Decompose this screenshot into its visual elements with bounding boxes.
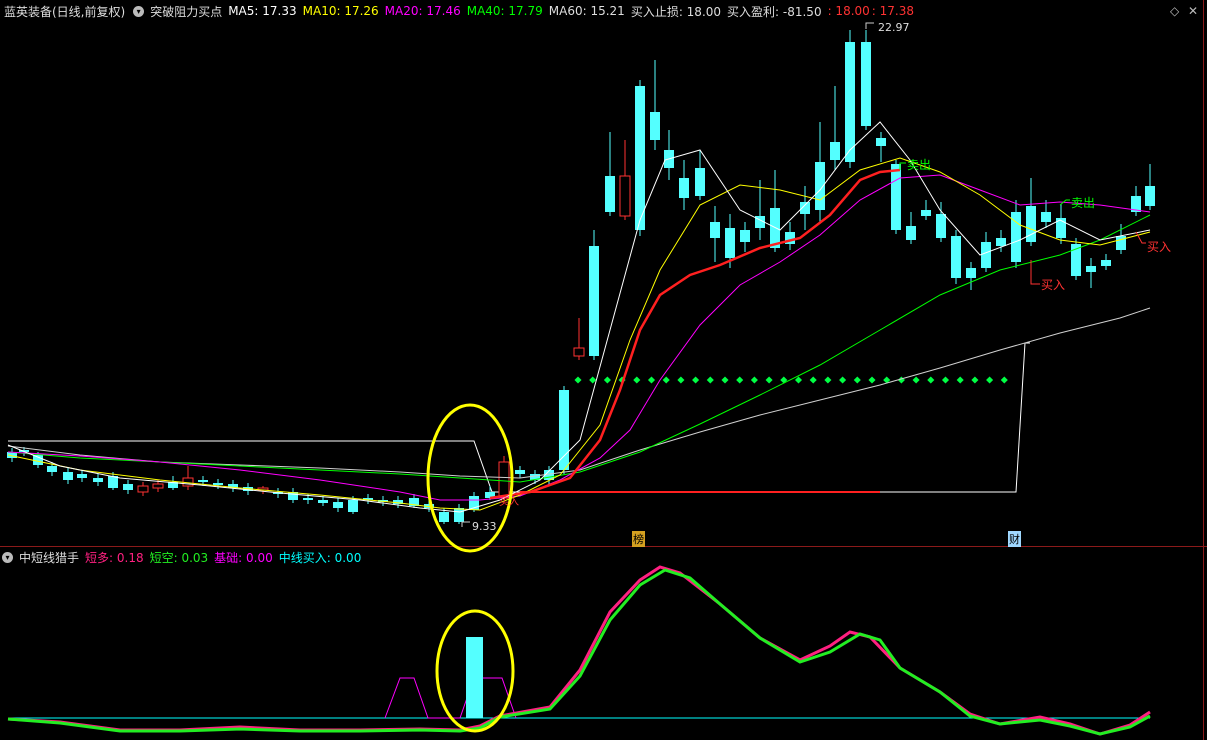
reference-dot bbox=[912, 376, 920, 384]
resistance-line bbox=[8, 342, 1030, 493]
reference-dot bbox=[868, 376, 876, 384]
candle bbox=[123, 480, 133, 494]
candle bbox=[573, 318, 585, 360]
candle bbox=[559, 386, 569, 474]
candle bbox=[695, 150, 705, 200]
candle bbox=[589, 230, 599, 360]
reference-dot bbox=[765, 376, 773, 384]
reference-dot bbox=[853, 376, 861, 384]
sub-indicator-menu-icon[interactable]: ▾ bbox=[2, 551, 13, 563]
reference-dot bbox=[824, 376, 832, 384]
candle bbox=[1145, 164, 1155, 210]
candle bbox=[288, 488, 298, 503]
mid-buy-bar bbox=[466, 637, 483, 718]
reference-dot bbox=[647, 376, 656, 384]
candle bbox=[815, 122, 825, 224]
ma5-line bbox=[7, 121, 1151, 513]
reference-dot bbox=[662, 376, 670, 384]
candle bbox=[951, 230, 961, 284]
reference-dot bbox=[750, 376, 758, 384]
reference-dot bbox=[839, 376, 847, 384]
short-short-line bbox=[7, 568, 1151, 736]
reference-dot bbox=[692, 376, 700, 384]
short-short-value: 短空: 0.03 bbox=[149, 550, 209, 565]
reference-dot bbox=[677, 376, 685, 384]
candle bbox=[409, 494, 419, 508]
candle bbox=[664, 130, 674, 180]
candle bbox=[77, 470, 87, 482]
reference-dot bbox=[603, 376, 611, 384]
candle bbox=[93, 474, 103, 486]
candle bbox=[228, 480, 238, 492]
candle bbox=[966, 262, 976, 290]
chart-canvas[interactable] bbox=[0, 0, 1207, 740]
candle bbox=[1056, 204, 1066, 244]
base-line bbox=[384, 677, 517, 719]
short-long-line bbox=[7, 565, 1151, 736]
high-marker bbox=[865, 22, 874, 29]
reference-dot bbox=[986, 376, 994, 384]
sub-indicator-panel bbox=[7, 565, 1151, 736]
low-price-label: 9.33 bbox=[472, 520, 497, 533]
candle bbox=[650, 60, 660, 150]
finance-tag[interactable]: 财 bbox=[1008, 531, 1021, 547]
candle bbox=[785, 222, 795, 250]
candle bbox=[770, 170, 780, 252]
reference-dot bbox=[927, 376, 935, 384]
reference-dot bbox=[574, 376, 582, 384]
base-value: 基础: 0.00 bbox=[214, 550, 273, 565]
candle bbox=[454, 504, 464, 524]
candle bbox=[755, 180, 765, 240]
candle bbox=[1071, 238, 1081, 280]
candle bbox=[333, 498, 343, 512]
reference-dot bbox=[809, 376, 817, 384]
candle bbox=[921, 200, 931, 220]
buy-label-3: 买入 bbox=[499, 497, 519, 508]
reference-dot bbox=[956, 376, 964, 384]
reference-dot bbox=[736, 376, 744, 384]
mid-buy-value: 中线买入: 0.00 bbox=[278, 550, 362, 565]
reference-dot bbox=[971, 376, 979, 384]
buy-label-1: 买入 bbox=[1041, 278, 1066, 292]
candle bbox=[710, 206, 720, 262]
reference-dot bbox=[1000, 376, 1008, 384]
candle bbox=[679, 160, 689, 210]
reference-dot bbox=[721, 376, 729, 384]
sub-chart-header: ▾ 中短线猎手 短多: 0.18 短空: 0.03 基础: 0.00 中线买入:… bbox=[0, 548, 367, 566]
candle bbox=[981, 232, 991, 272]
sub-indicator-name[interactable]: 中短线猎手 bbox=[19, 549, 79, 566]
candle bbox=[530, 470, 540, 484]
candle bbox=[876, 132, 886, 162]
candle bbox=[1101, 254, 1111, 270]
buy-label-2: 买入 bbox=[1147, 240, 1172, 254]
candle bbox=[861, 30, 871, 130]
candle bbox=[1011, 200, 1021, 268]
candle bbox=[63, 468, 73, 484]
low-marker bbox=[461, 521, 470, 527]
dotted-reference bbox=[574, 376, 1008, 384]
candle bbox=[830, 86, 840, 170]
candle bbox=[605, 132, 615, 216]
reference-dot bbox=[780, 376, 788, 384]
reference-dot bbox=[941, 376, 950, 384]
sell-label-1: 卖出 bbox=[907, 158, 932, 172]
candle bbox=[619, 140, 631, 220]
reference-dot bbox=[633, 376, 641, 384]
high-price-label: 22.97 bbox=[878, 21, 910, 34]
candle bbox=[137, 482, 149, 496]
short-long-value: 短多: 0.18 bbox=[85, 550, 144, 565]
candle bbox=[1131, 186, 1141, 216]
candle bbox=[1041, 200, 1051, 228]
candle bbox=[515, 466, 525, 478]
reference-dot bbox=[706, 376, 714, 384]
candle bbox=[906, 212, 916, 244]
candle bbox=[1086, 258, 1096, 288]
candle bbox=[740, 222, 750, 252]
candle bbox=[936, 202, 946, 242]
rank-tag[interactable]: 榜 bbox=[632, 531, 645, 547]
candle bbox=[182, 466, 194, 490]
buy-marker-1 bbox=[1030, 260, 1040, 285]
sell-label-2: 卖出 bbox=[1071, 196, 1096, 210]
